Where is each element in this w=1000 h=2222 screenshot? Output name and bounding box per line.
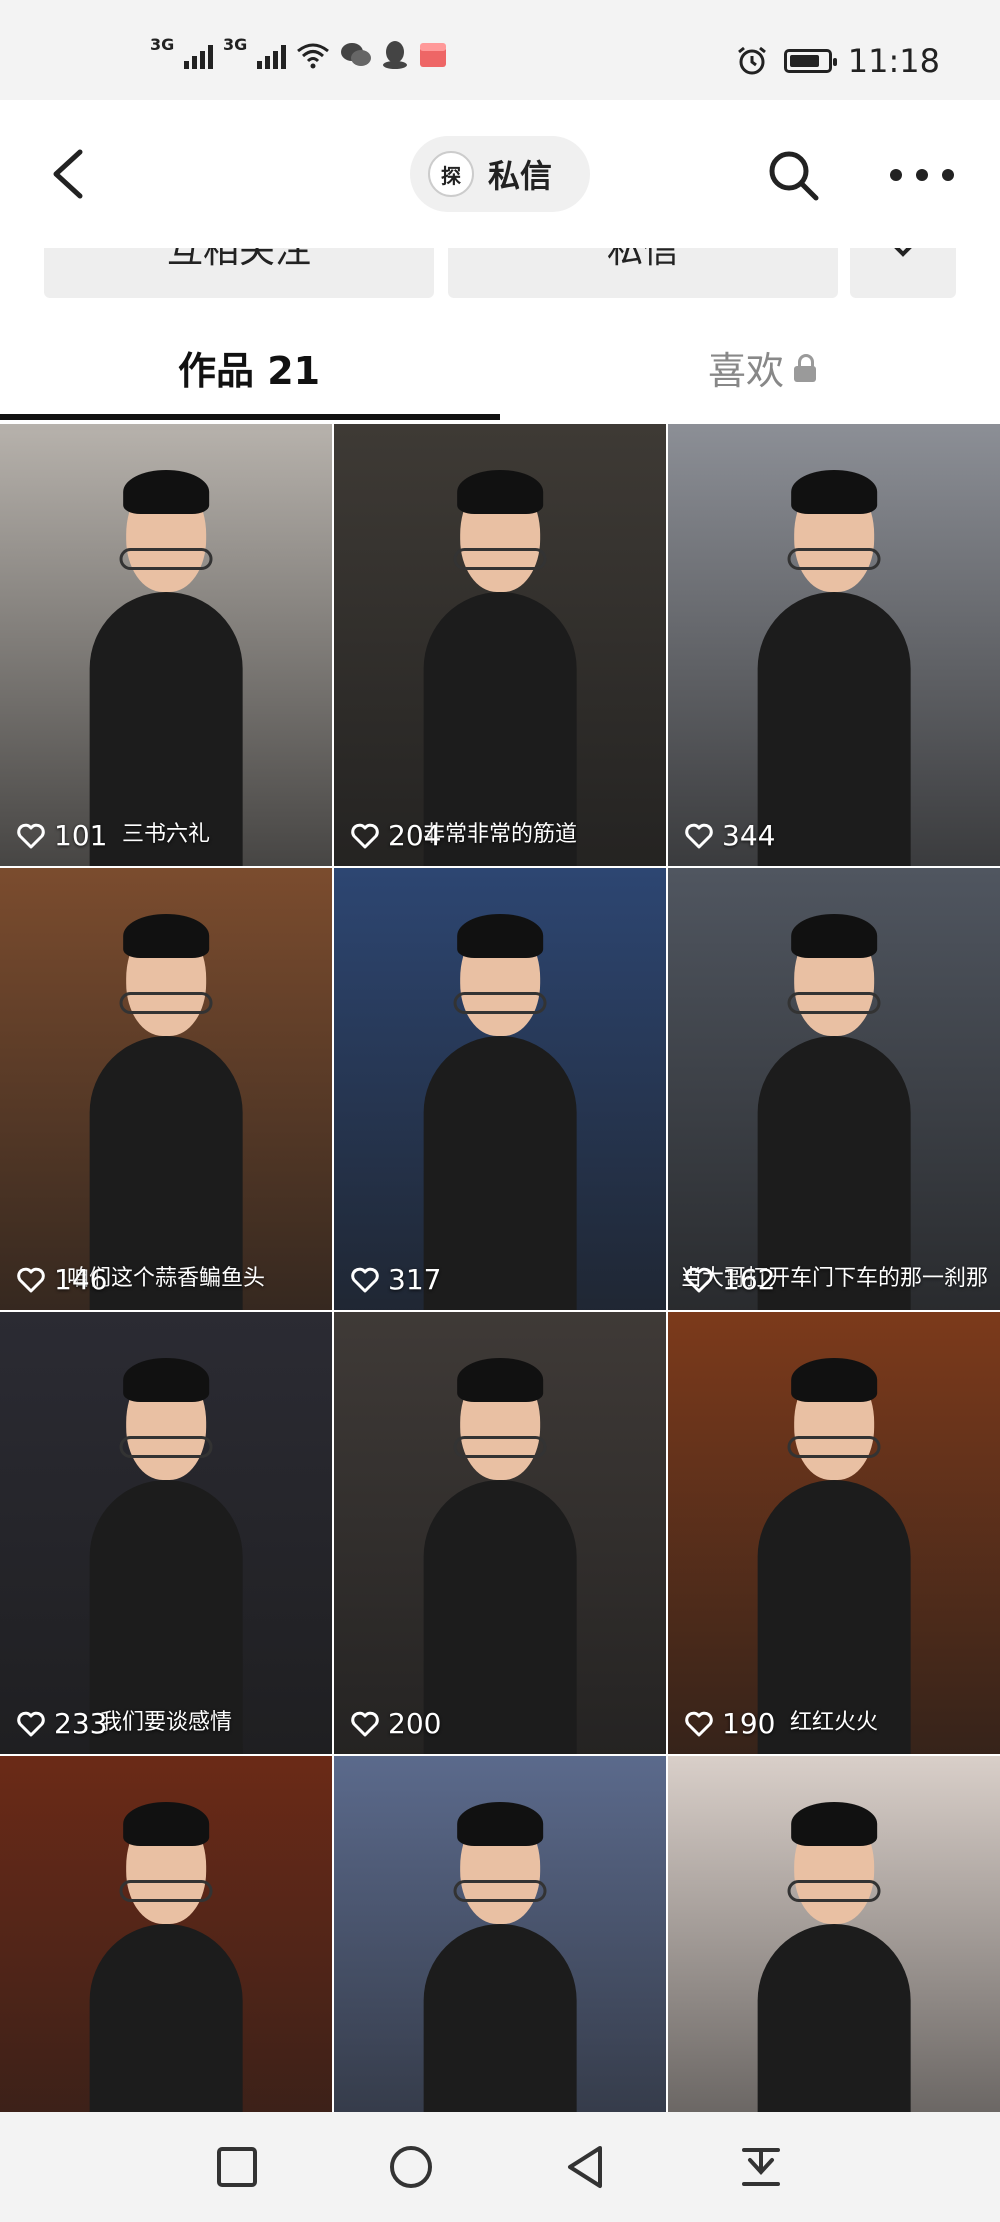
person-head — [457, 1358, 543, 1480]
glasses — [453, 991, 547, 1014]
chevron-down-icon — [894, 248, 912, 257]
glasses — [787, 1435, 881, 1458]
person-head — [123, 1358, 209, 1480]
like-count: 204 — [350, 819, 441, 852]
heart-icon — [685, 823, 713, 848]
person-head — [791, 1802, 877, 1924]
status-bar: 3G 3G 11:18 — [0, 0, 1000, 100]
heart-icon — [685, 1711, 713, 1736]
glasses — [119, 1435, 213, 1458]
like-count-value: 233 — [54, 1707, 108, 1740]
glasses — [787, 991, 881, 1014]
person-head — [791, 914, 877, 1036]
clock: 11:18 — [847, 42, 940, 80]
wechat-icon — [341, 43, 371, 66]
person-head — [457, 1802, 543, 1924]
glasses — [453, 1435, 547, 1458]
like-count: 200 — [350, 1707, 441, 1740]
profile-actions: 互相关注 私信 — [0, 248, 1000, 304]
wifi-icon — [297, 43, 329, 69]
square-icon[interactable] — [212, 2142, 262, 2192]
heart-icon — [351, 1711, 379, 1736]
video-thumbnail[interactable]: 200 — [334, 1312, 666, 1754]
battery-icon — [783, 49, 837, 73]
header-title-button[interactable]: 探 私信 — [410, 136, 590, 212]
status-left: 3G 3G — [150, 35, 448, 70]
like-count-value: 162 — [722, 1263, 776, 1296]
status-right: 11:18 — [736, 42, 940, 80]
like-count: 162 — [684, 1263, 775, 1296]
app-notification-icon — [420, 43, 446, 67]
channel-logo: 探 — [428, 151, 474, 197]
glasses — [119, 1879, 213, 1902]
message-button[interactable]: 私信 — [448, 248, 838, 298]
person-head — [123, 1802, 209, 1924]
person-head — [457, 470, 543, 592]
person-figure — [423, 1035, 577, 1310]
video-thumbnail[interactable]: 我们要谈感情 233 — [0, 1312, 332, 1754]
content-tabs: 作品 21 喜欢 — [0, 304, 1000, 424]
signal-icon-2: 3G — [223, 35, 286, 69]
alarm-icon — [737, 46, 766, 75]
qq-icon — [383, 41, 407, 69]
video-thumbnail[interactable]: 当大哥打开车门下车的那一刹那 162 — [668, 868, 1000, 1310]
tab-likes[interactable]: 喜欢 — [708, 340, 817, 395]
search-icon[interactable] — [764, 146, 824, 206]
like-count-value: 190 — [722, 1707, 776, 1740]
follow-button[interactable]: 互相关注 — [44, 248, 434, 298]
person-figure — [423, 1479, 577, 1754]
glasses — [453, 547, 547, 570]
heart-icon — [17, 1267, 45, 1292]
system-navigation-bar — [0, 2112, 1000, 2222]
like-count-value: 317 — [388, 1263, 442, 1296]
like-count-value: 344 — [722, 819, 776, 852]
tab-likes-label: 喜欢 — [708, 349, 785, 393]
heart-icon — [685, 1267, 713, 1292]
navigation-bar: 探 私信 — [0, 100, 1000, 248]
signal-icon: 3G — [150, 35, 213, 69]
circle-icon[interactable] — [386, 2142, 436, 2192]
person-head — [123, 914, 209, 1036]
like-count: 190 — [684, 1707, 775, 1740]
video-thumbnail[interactable]: 非常非常的筋道 204 — [334, 424, 666, 866]
heart-icon — [17, 1711, 45, 1736]
more-icon[interactable] — [890, 160, 954, 190]
person-head — [123, 470, 209, 592]
like-count: 101 — [16, 819, 107, 852]
video-thumbnail[interactable]: 317 — [334, 868, 666, 1310]
tab-works[interactable]: 作品 21 — [178, 340, 320, 395]
person-figure — [757, 591, 911, 866]
like-count-value: 204 — [388, 819, 442, 852]
lock-icon — [794, 353, 817, 382]
glasses — [119, 991, 213, 1014]
like-count: 146 — [16, 1263, 107, 1296]
heart-icon — [351, 1267, 379, 1292]
glasses — [787, 1879, 881, 1902]
download-icon[interactable] — [736, 2142, 786, 2192]
like-count: 344 — [684, 819, 775, 852]
person-head — [791, 470, 877, 592]
expand-button[interactable] — [850, 248, 956, 298]
back-icon[interactable] — [40, 144, 100, 204]
glasses — [453, 1879, 547, 1902]
like-count-value: 200 — [388, 1707, 442, 1740]
video-thumbnail[interactable]: 344 — [668, 424, 1000, 866]
triangle-back-icon[interactable] — [560, 2142, 610, 2192]
like-count: 233 — [16, 1707, 107, 1740]
person-head — [791, 1358, 877, 1480]
header-title: 私信 — [488, 157, 553, 195]
glasses — [119, 547, 213, 570]
heart-icon — [351, 823, 379, 848]
glasses — [787, 547, 881, 570]
video-thumbnail[interactable]: 红红火火 190 — [668, 1312, 1000, 1754]
person-head — [457, 914, 543, 1036]
like-count-value: 101 — [54, 819, 108, 852]
like-count: 317 — [350, 1263, 441, 1296]
video-thumbnail[interactable]: 咱们这个蒜香鳊鱼头 146 — [0, 868, 332, 1310]
like-count-value: 146 — [54, 1263, 108, 1296]
heart-icon — [17, 823, 45, 848]
video-grid: 三书六礼 101 非常非常的筋道 204 344 咱们这个蒜香鳊鱼头 146 317 当大哥打开… — [0, 424, 1000, 2198]
video-thumbnail[interactable]: 三书六礼 101 — [0, 424, 332, 866]
tab-indicator — [0, 414, 500, 420]
